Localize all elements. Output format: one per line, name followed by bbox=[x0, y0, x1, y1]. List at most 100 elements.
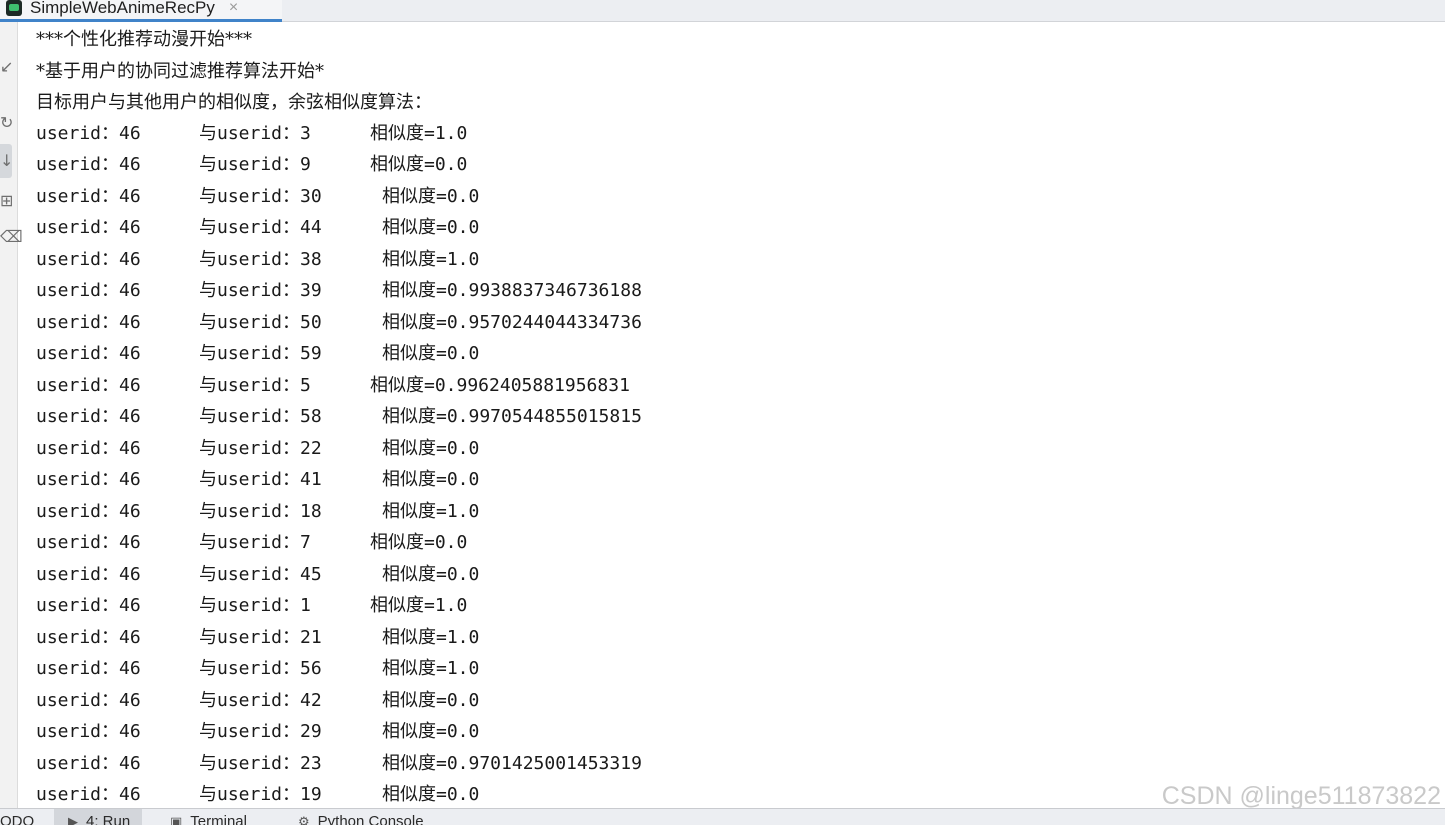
python-icon: ⚙ bbox=[298, 815, 310, 825]
other-user-id: 与userid：56 bbox=[199, 658, 322, 679]
similarity-value: 相似度=1.0 bbox=[382, 658, 480, 679]
user-id: userid：46 bbox=[36, 343, 141, 364]
tab-run-config[interactable]: SimpleWebAnimeRecPy × bbox=[0, 0, 282, 22]
rerun-icon[interactable]: ↻ bbox=[0, 114, 13, 132]
soft-wrap-icon[interactable]: ↙ bbox=[0, 58, 13, 76]
user-id: userid：46 bbox=[36, 249, 141, 270]
run-icon: ▶ bbox=[68, 815, 78, 825]
similarity-value: 相似度=0.0 bbox=[370, 532, 468, 553]
other-user-id: 与userid：21 bbox=[199, 627, 322, 648]
similarity-value: 相似度=0.0 bbox=[382, 186, 480, 207]
console-row: userid：46 与userid：7 相似度=0.0 bbox=[36, 527, 467, 558]
console-row: userid：46 与userid：9 相似度=0.0 bbox=[36, 149, 467, 180]
console-row: userid：46 与userid：42 相似度=0.0 bbox=[36, 685, 479, 716]
other-user-id: 与userid：5 bbox=[199, 375, 311, 396]
other-user-id: 与userid：42 bbox=[199, 690, 322, 711]
other-user-id: 与userid：38 bbox=[199, 249, 322, 270]
other-user-id: 与userid：3 bbox=[199, 123, 311, 144]
run-tool-gutter: ↙ ↻ ↓ ⊞ ⌫ bbox=[0, 22, 23, 808]
other-user-id: 与userid：1 bbox=[199, 595, 311, 616]
user-id: userid：46 bbox=[36, 438, 141, 459]
similarity-value: 相似度=0.0 bbox=[382, 721, 480, 742]
user-id: userid：46 bbox=[36, 186, 141, 207]
console-row: userid：46 与userid：45 相似度=0.0 bbox=[36, 559, 479, 590]
console-header-line: ***个性化推荐动漫开始*** bbox=[36, 29, 252, 50]
console-row: userid：46 与userid：56 相似度=1.0 bbox=[36, 653, 479, 684]
console-row: userid：46 与userid：5 相似度=0.99624058819568… bbox=[36, 370, 630, 401]
console-header-line: *基于用户的协同过滤推荐算法开始* bbox=[36, 61, 324, 82]
other-user-id: 与userid：59 bbox=[199, 343, 322, 364]
tab-title: SimpleWebAnimeRecPy bbox=[30, 0, 215, 17]
user-id: userid：46 bbox=[36, 501, 141, 522]
user-id: userid：46 bbox=[36, 721, 141, 742]
similarity-value: 相似度=0.9970544855015815 bbox=[382, 406, 642, 427]
other-user-id: 与userid：44 bbox=[199, 217, 322, 238]
other-user-id: 与userid：23 bbox=[199, 753, 322, 774]
todo-tab[interactable]: ODO bbox=[0, 814, 34, 825]
other-user-id: 与userid：29 bbox=[199, 721, 322, 742]
csdn-watermark: CSDN @linge511873822 bbox=[1161, 782, 1441, 810]
user-id: userid：46 bbox=[36, 690, 141, 711]
user-id: userid：46 bbox=[36, 753, 141, 774]
console-row: userid：46 与userid：41 相似度=0.0 bbox=[36, 464, 479, 495]
user-id: userid：46 bbox=[36, 532, 141, 553]
scroll-to-end-icon[interactable]: ↓ bbox=[0, 144, 13, 178]
similarity-value: 相似度=0.9701425001453319 bbox=[382, 753, 642, 774]
similarity-value: 相似度=0.9938837346736188 bbox=[382, 280, 642, 301]
user-id: userid：46 bbox=[36, 627, 141, 648]
console-row: userid：46 与userid：22 相似度=0.0 bbox=[36, 433, 479, 464]
similarity-value: 相似度=0.0 bbox=[382, 564, 480, 585]
similarity-value: 相似度=0.0 bbox=[382, 438, 480, 459]
pycharm-app-icon bbox=[6, 0, 22, 16]
user-id: userid：46 bbox=[36, 784, 141, 805]
console-row: userid：46 与userid：18 相似度=1.0 bbox=[36, 496, 479, 527]
other-user-id: 与userid：50 bbox=[199, 312, 322, 333]
close-icon[interactable]: × bbox=[229, 0, 238, 17]
other-user-id: 与userid：18 bbox=[199, 501, 322, 522]
python-console-tab[interactable]: ⚙ Python Console bbox=[298, 814, 424, 825]
user-id: userid：46 bbox=[36, 469, 141, 490]
console-row: userid：46 与userid：44 相似度=0.0 bbox=[36, 212, 479, 243]
other-user-id: 与userid：22 bbox=[199, 438, 322, 459]
other-user-id: 与userid：9 bbox=[199, 154, 311, 175]
run-tab[interactable]: ▶ 4: Run bbox=[54, 809, 143, 825]
user-id: userid：46 bbox=[36, 154, 141, 175]
clear-all-icon[interactable]: ⌫ bbox=[0, 228, 23, 246]
console-row: userid：46 与userid：23 相似度=0.9701425001453… bbox=[36, 748, 642, 779]
console-row: userid：46 与userid：30 相似度=0.0 bbox=[36, 181, 479, 212]
user-id: userid：46 bbox=[36, 280, 141, 301]
other-user-id: 与userid：30 bbox=[199, 186, 322, 207]
console-row: userid：46 与userid：58 相似度=0.9970544855015… bbox=[36, 401, 642, 432]
similarity-value: 相似度=1.0 bbox=[370, 595, 468, 616]
user-id: userid：46 bbox=[36, 123, 141, 144]
run-tab-label: 4: Run bbox=[86, 813, 131, 825]
editor-tab-bar: SimpleWebAnimeRecPy × bbox=[0, 0, 1445, 22]
similarity-value: 相似度=0.0 bbox=[382, 784, 480, 805]
print-icon[interactable]: ⊞ bbox=[0, 192, 13, 210]
python-console-tab-label: Python Console bbox=[317, 813, 424, 825]
console-row: userid：46 与userid：50 相似度=0.9570244044334… bbox=[36, 307, 642, 338]
similarity-value: 相似度=1.0 bbox=[370, 123, 468, 144]
console-row: userid：46 与userid：38 相似度=1.0 bbox=[36, 244, 479, 275]
user-id: userid：46 bbox=[36, 375, 141, 396]
similarity-value: 相似度=1.0 bbox=[382, 501, 480, 522]
user-id: userid：46 bbox=[36, 595, 141, 616]
similarity-value: 相似度=0.9962405881956831 bbox=[370, 375, 630, 396]
similarity-value: 相似度=0.0 bbox=[382, 343, 480, 364]
other-user-id: 与userid：39 bbox=[199, 280, 322, 301]
similarity-value: 相似度=0.9570244044334736 bbox=[382, 312, 642, 333]
tool-window-bar: ODO ▶ 4: Run ▣ Terminal ⚙ Python Console bbox=[0, 808, 1445, 825]
console-row: userid：46 与userid：19 相似度=0.0 bbox=[36, 779, 479, 810]
similarity-value: 相似度=0.0 bbox=[370, 154, 468, 175]
console-row: userid：46 与userid：3 相似度=1.0 bbox=[36, 118, 467, 149]
user-id: userid：46 bbox=[36, 658, 141, 679]
other-user-id: 与userid：45 bbox=[199, 564, 322, 585]
terminal-tab-label: Terminal bbox=[190, 813, 247, 825]
terminal-icon: ▣ bbox=[170, 815, 183, 825]
user-id: userid：46 bbox=[36, 217, 141, 238]
console-row: userid：46 与userid：1 相似度=1.0 bbox=[36, 590, 467, 621]
user-id: userid：46 bbox=[36, 406, 141, 427]
other-user-id: 与userid：7 bbox=[199, 532, 311, 553]
similarity-value: 相似度=0.0 bbox=[382, 690, 480, 711]
terminal-tab[interactable]: ▣ Terminal bbox=[170, 814, 247, 825]
